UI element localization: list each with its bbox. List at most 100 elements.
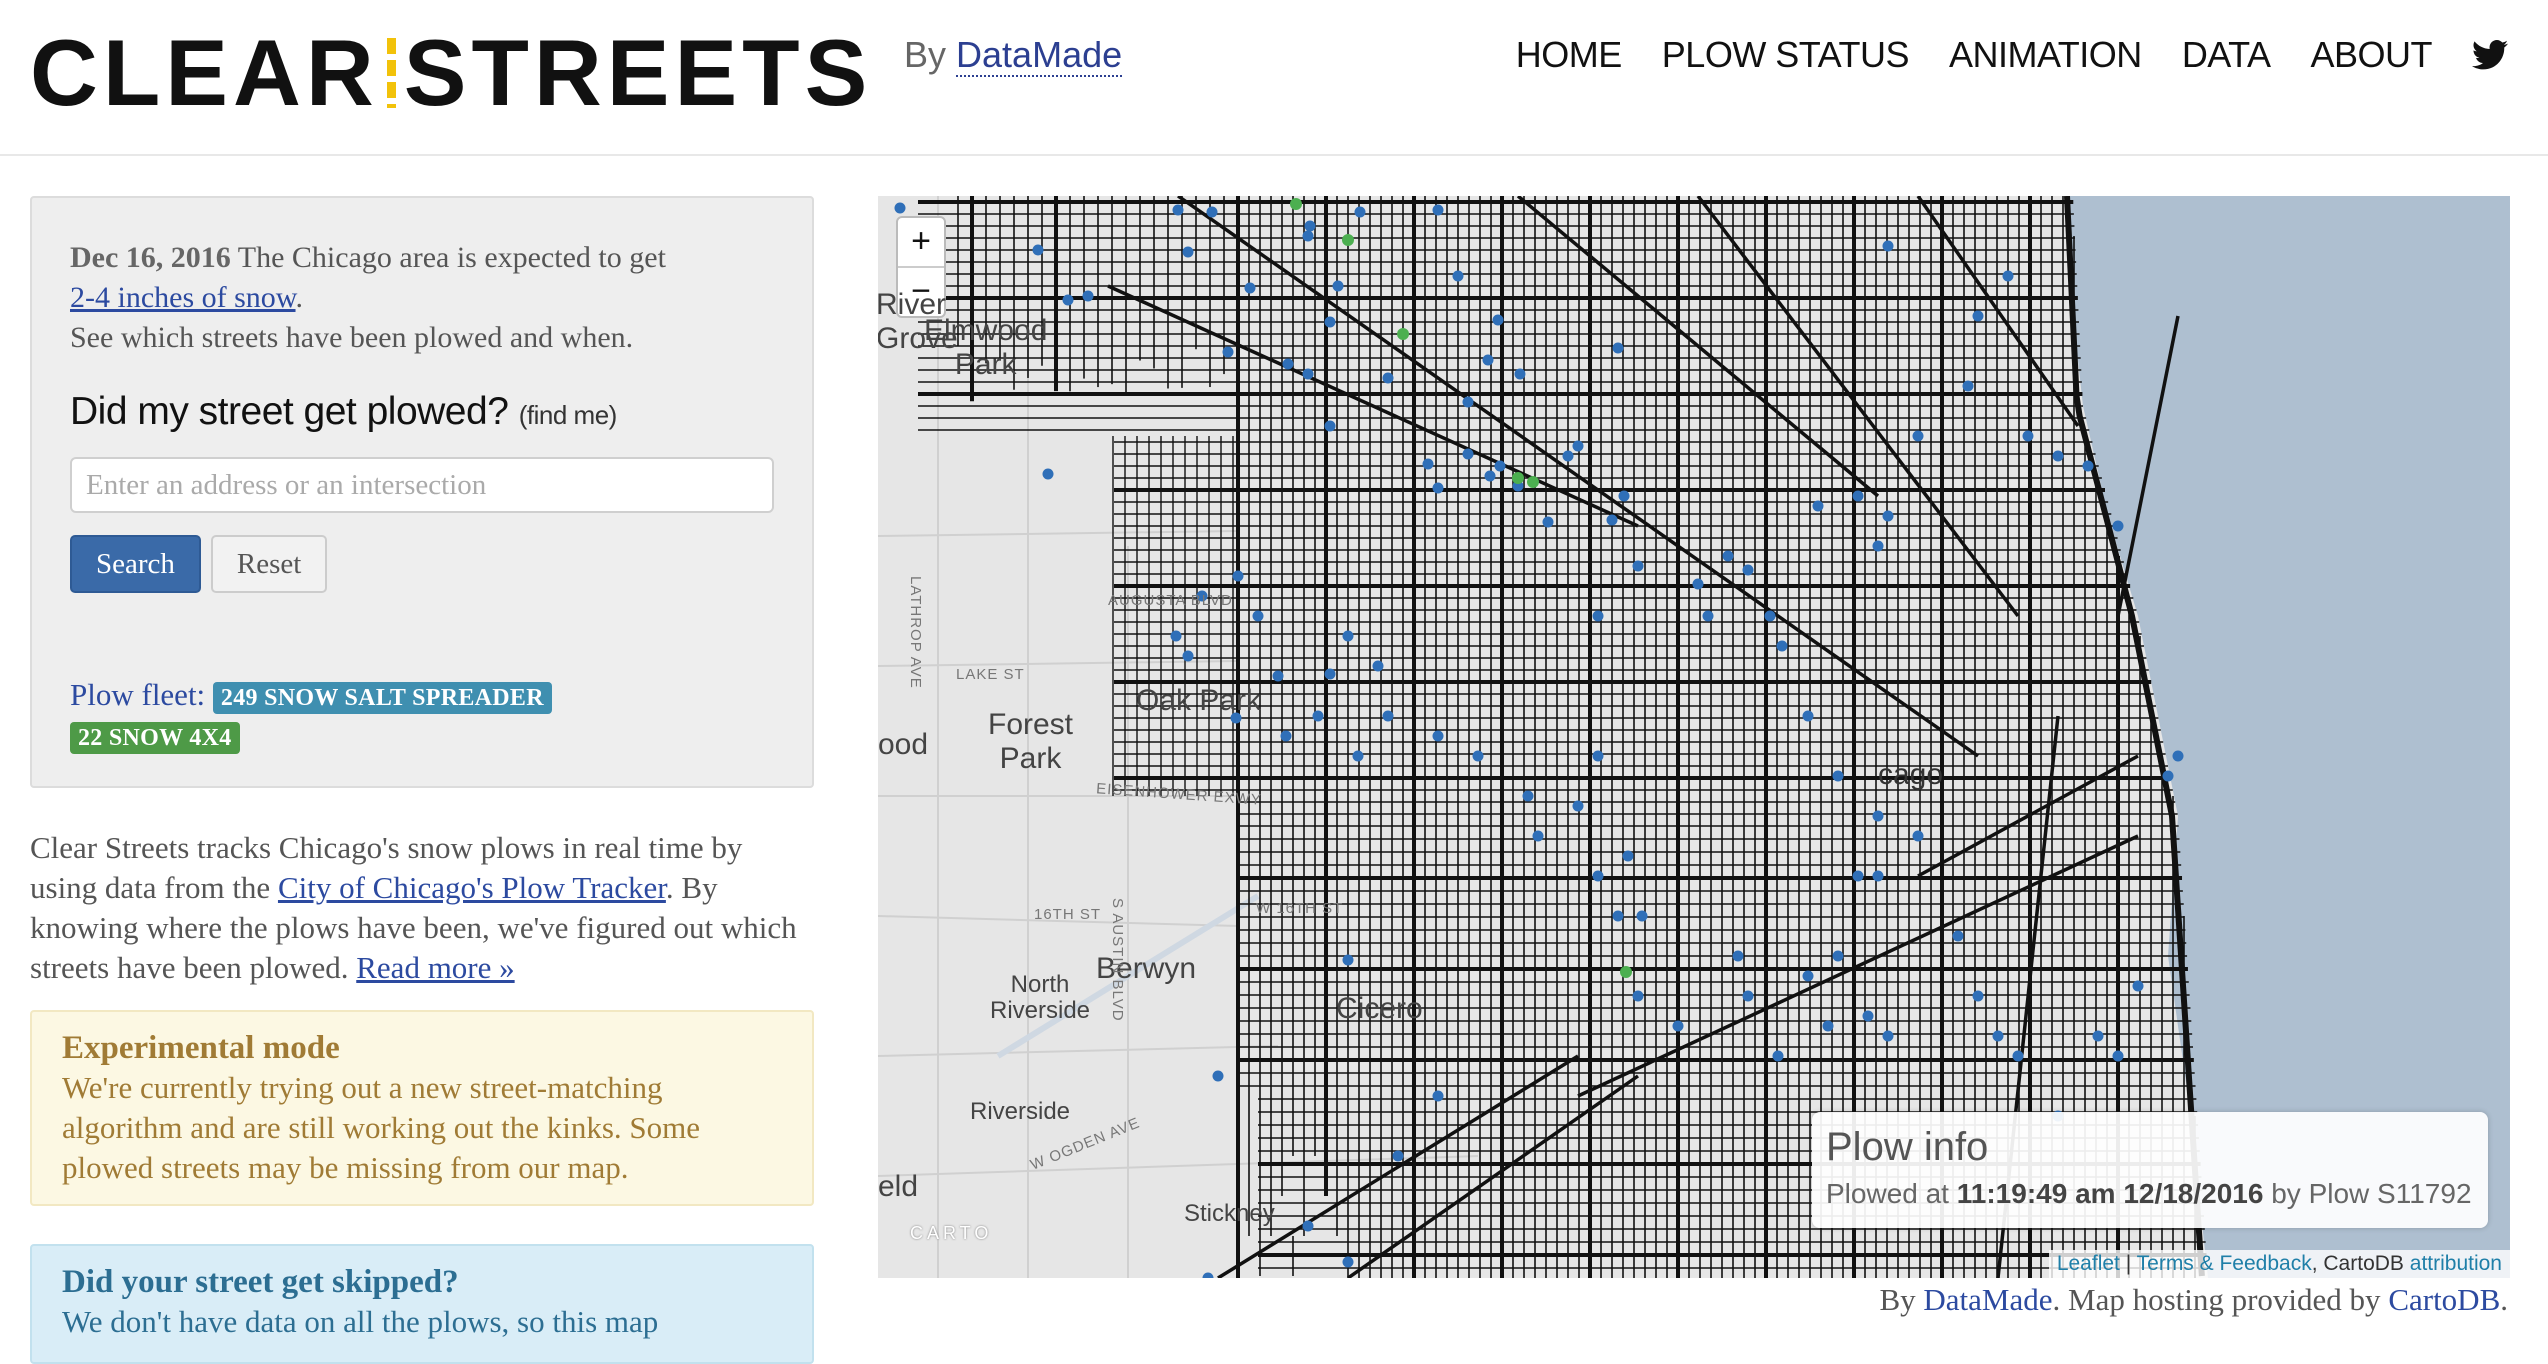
plow-marker-4x4[interactable] [1527, 476, 1539, 488]
plow-marker[interactable] [1342, 1256, 1354, 1268]
plow-marker[interactable] [1592, 750, 1604, 762]
plow-marker[interactable] [1282, 358, 1294, 370]
plow-marker[interactable] [1042, 468, 1054, 480]
plow-marker[interactable] [1324, 668, 1336, 680]
plow-marker[interactable] [1882, 510, 1894, 522]
plow-marker[interactable] [1972, 990, 1984, 1002]
search-button[interactable]: Search [70, 535, 201, 593]
plow-marker[interactable] [1992, 1030, 2004, 1042]
plow-marker[interactable] [1912, 430, 1924, 442]
plow-marker[interactable] [1832, 770, 1844, 782]
plow-marker-4x4[interactable] [1290, 198, 1302, 210]
plow-marker[interactable] [1862, 1010, 1874, 1022]
plow-marker[interactable] [1618, 490, 1630, 502]
plow-marker[interactable] [1592, 870, 1604, 882]
plow-marker[interactable] [2092, 1030, 2104, 1042]
plow-marker[interactable] [1324, 420, 1336, 432]
plow-marker[interactable] [1872, 540, 1884, 552]
plow-marker[interactable] [1672, 1020, 1684, 1032]
plow-marker[interactable] [2002, 270, 2014, 282]
plow-marker[interactable] [1312, 710, 1324, 722]
plow-marker[interactable] [1432, 1090, 1444, 1102]
plow-marker[interactable] [1532, 830, 1544, 842]
plow-marker[interactable] [2012, 1050, 2024, 1062]
plow-marker[interactable] [1484, 470, 1496, 482]
plow-marker[interactable] [1872, 870, 1884, 882]
plow-marker[interactable] [1592, 610, 1604, 622]
plow-marker[interactable] [1280, 730, 1292, 742]
datamade-link[interactable]: DataMade [956, 34, 1123, 77]
plow-marker[interactable] [1304, 220, 1316, 232]
plow-marker[interactable] [1632, 560, 1644, 572]
plow-marker[interactable] [1472, 750, 1484, 762]
plow-marker[interactable] [2112, 520, 2124, 532]
plow-marker[interactable] [2172, 750, 2184, 762]
plow-marker[interactable] [1392, 1150, 1404, 1162]
plow-marker[interactable] [1812, 500, 1824, 512]
snow-forecast-link[interactable]: 2-4 inches of snow [70, 281, 296, 314]
plow-marker[interactable] [1802, 710, 1814, 722]
plow-marker[interactable] [1636, 910, 1648, 922]
plow-marker[interactable] [1182, 650, 1194, 662]
plow-marker[interactable] [894, 202, 906, 214]
plow-marker[interactable] [2082, 460, 2094, 472]
plow-marker[interactable] [2132, 980, 2144, 992]
plow-marker[interactable] [1182, 246, 1194, 258]
plow-marker[interactable] [1432, 730, 1444, 742]
plow-marker[interactable] [1422, 458, 1434, 470]
plow-marker[interactable] [1572, 800, 1584, 812]
plow-marker[interactable] [1452, 270, 1464, 282]
plow-marker[interactable] [1302, 368, 1314, 380]
plow-marker[interactable] [1562, 450, 1574, 462]
twitter-icon[interactable] [2472, 40, 2508, 70]
plow-marker[interactable] [1302, 230, 1314, 242]
plow-marker[interactable] [1882, 1030, 1894, 1042]
fleet-4x4-badge[interactable]: 22 SNOW 4X4 [70, 722, 240, 754]
plow-marker[interactable] [1572, 440, 1584, 452]
plow-marker[interactable] [2052, 450, 2064, 462]
footer-cartodb-link[interactable]: CartoDB [2388, 1282, 2500, 1317]
plow-map[interactable]: + − River Grove Elmwood Park Oak Park Fore… [878, 196, 2510, 1278]
find-me-link[interactable]: find me [527, 400, 609, 430]
address-search-input[interactable] [70, 457, 774, 513]
nav-plow-status[interactable]: PLOW STATUS [1662, 34, 1910, 76]
plow-marker[interactable] [1802, 970, 1814, 982]
plow-marker[interactable] [2022, 430, 2034, 442]
plow-marker[interactable] [1062, 294, 1074, 306]
plow-marker[interactable] [1382, 710, 1394, 722]
read-more-link[interactable]: Read more » [356, 950, 514, 985]
plow-marker[interactable] [1962, 380, 1974, 392]
plow-marker[interactable] [1832, 950, 1844, 962]
terms-link[interactable]: Terms & Feedback [2137, 1252, 2312, 1275]
reset-button[interactable]: Reset [210, 535, 328, 593]
plow-marker-4x4[interactable] [1397, 328, 1409, 340]
plow-marker[interactable] [1170, 630, 1182, 642]
plow-marker[interactable] [1342, 630, 1354, 642]
plow-marker[interactable] [1606, 514, 1618, 526]
plow-marker[interactable] [1742, 564, 1754, 576]
plow-marker[interactable] [1702, 610, 1714, 622]
plow-marker[interactable] [1852, 870, 1864, 882]
plow-marker[interactable] [1972, 310, 1984, 322]
plow-marker[interactable] [1272, 670, 1284, 682]
plow-marker[interactable] [2162, 770, 2174, 782]
plow-marker-4x4[interactable] [1620, 966, 1632, 978]
zoom-in-button[interactable]: + [898, 218, 944, 266]
plow-marker[interactable] [1462, 396, 1474, 408]
plow-marker[interactable] [1032, 244, 1044, 256]
plow-marker[interactable] [1494, 460, 1506, 472]
plow-marker[interactable] [1372, 660, 1384, 672]
plow-marker[interactable] [1432, 204, 1444, 216]
plow-marker[interactable] [1522, 790, 1534, 802]
plow-marker[interactable] [1462, 448, 1474, 460]
nav-data[interactable]: DATA [2182, 34, 2271, 76]
footer-datamade-link[interactable]: DataMade [1923, 1282, 2052, 1317]
plow-marker[interactable] [1912, 830, 1924, 842]
plow-marker[interactable] [1612, 910, 1624, 922]
plow-marker[interactable] [1514, 368, 1526, 380]
plow-marker-4x4[interactable] [1512, 472, 1524, 484]
plow-marker[interactable] [2112, 1050, 2124, 1062]
plow-marker[interactable] [1492, 314, 1504, 326]
plow-marker[interactable] [1742, 990, 1754, 1002]
plow-marker[interactable] [1324, 316, 1336, 328]
